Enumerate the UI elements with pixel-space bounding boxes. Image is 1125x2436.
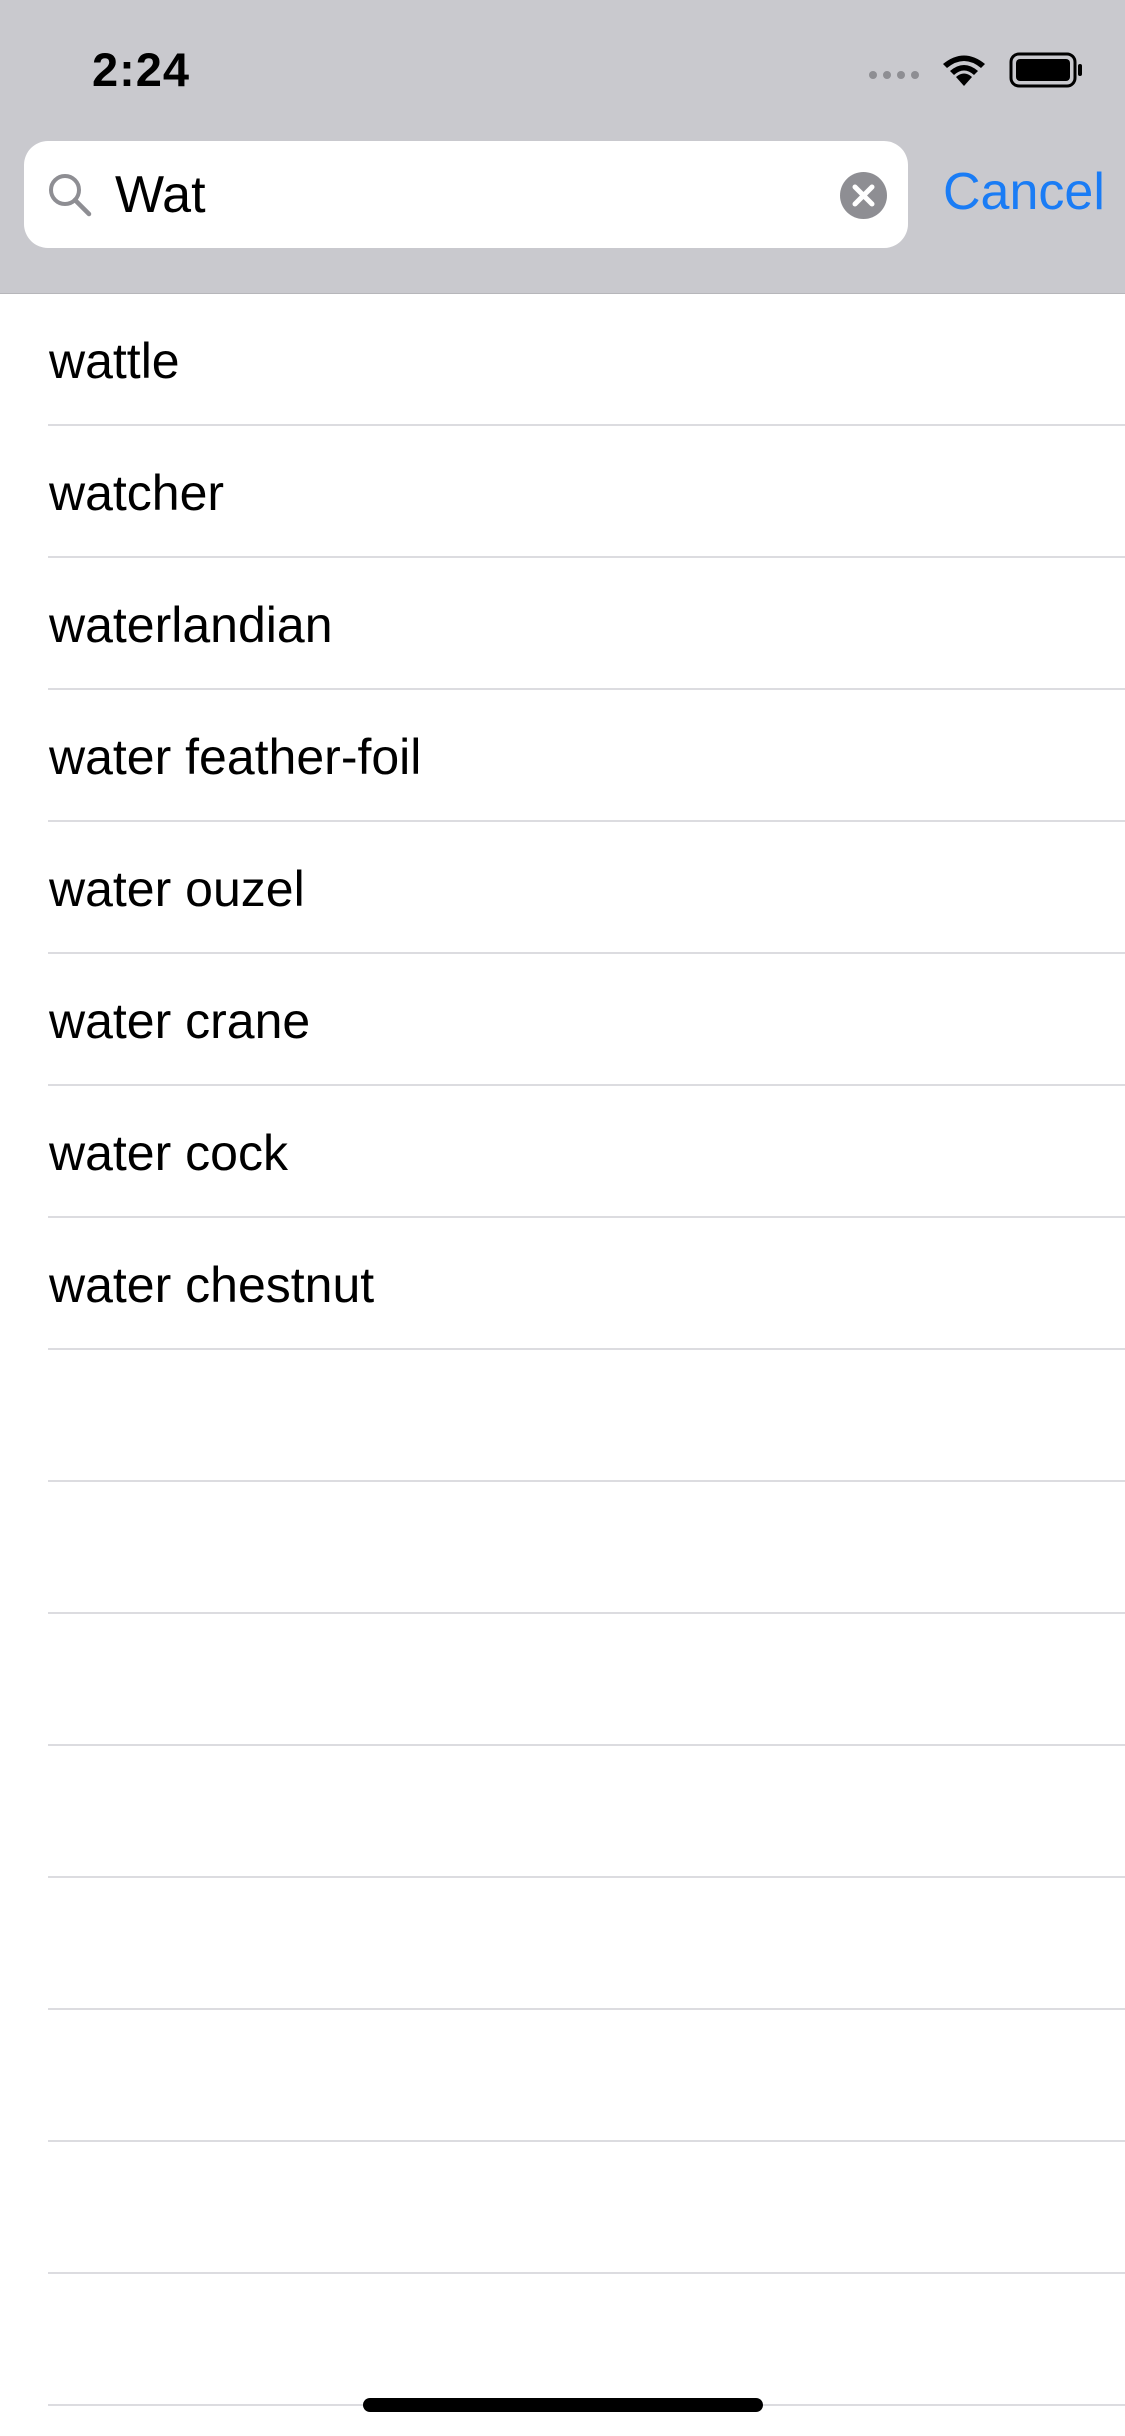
list-item-label: water crane xyxy=(49,993,311,1049)
list-item[interactable]: watcher xyxy=(0,426,1125,558)
cellular-signal-icon xyxy=(869,71,919,79)
list-item-label: wattle xyxy=(49,333,180,389)
empty-list-item xyxy=(0,2274,1125,2406)
list-item[interactable]: waterlandian xyxy=(0,558,1125,690)
list-item[interactable]: water cock xyxy=(0,1086,1125,1218)
status-icons xyxy=(869,52,1083,88)
list-item-label: watcher xyxy=(49,465,225,521)
empty-list-item xyxy=(0,1746,1125,1878)
empty-list-item xyxy=(0,1482,1125,1614)
home-indicator[interactable] xyxy=(363,2398,763,2412)
list-item-label: water chestnut xyxy=(49,1257,375,1313)
list-item[interactable]: water feather-foil xyxy=(0,690,1125,822)
empty-list-item xyxy=(0,1614,1125,1746)
search-input[interactable]: Wat xyxy=(115,165,206,225)
search-field[interactable]: Wat xyxy=(24,141,908,248)
empty-list-item xyxy=(0,2142,1125,2274)
empty-list-item xyxy=(0,1350,1125,1482)
status-time: 2:24 xyxy=(92,43,191,96)
wifi-icon xyxy=(943,55,985,86)
cancel-button[interactable]: Cancel xyxy=(943,162,1105,222)
list-item[interactable]: water chestnut xyxy=(0,1218,1125,1350)
list-item-label: water cock xyxy=(49,1125,288,1181)
list-item[interactable]: water ouzel xyxy=(0,822,1125,954)
search-header: 2:24 Wat Cancel xyxy=(0,0,1125,294)
list-item-label: waterlandian xyxy=(49,597,333,653)
list-item[interactable]: water crane xyxy=(0,954,1125,1086)
results-list: wattle watcher waterlandian water feathe… xyxy=(0,294,1125,2406)
list-item-label: water ouzel xyxy=(49,861,305,917)
empty-list-item xyxy=(0,1878,1125,2010)
clear-search-button[interactable] xyxy=(840,172,887,219)
battery-icon xyxy=(1009,52,1082,88)
list-item-label: water feather-foil xyxy=(49,729,422,785)
search-icon xyxy=(49,174,92,217)
clear-icon xyxy=(852,184,875,207)
empty-list-item xyxy=(0,2010,1125,2142)
list-item[interactable]: wattle xyxy=(0,294,1125,426)
